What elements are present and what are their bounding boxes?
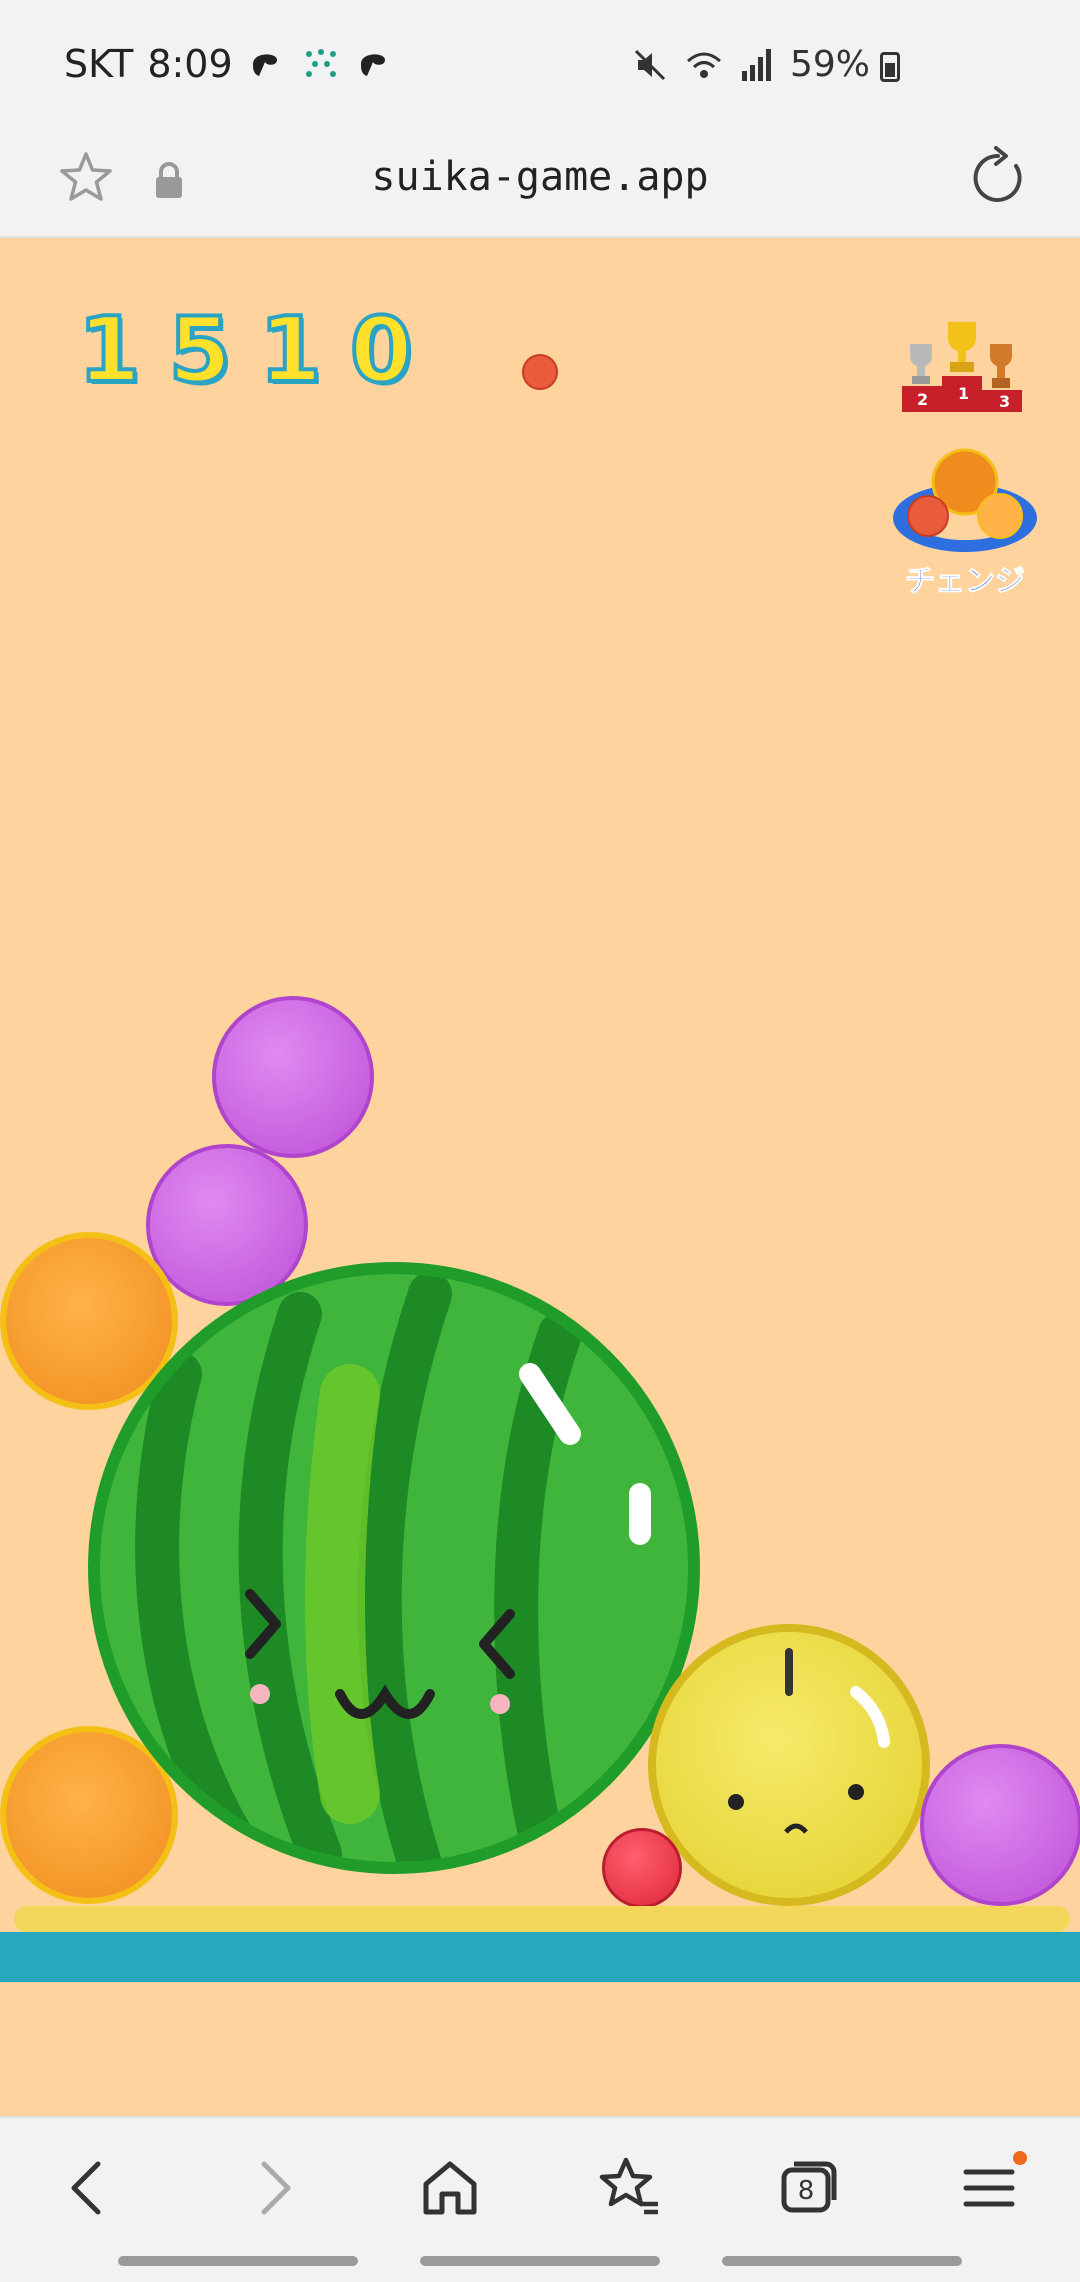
change-fruits-icon <box>893 448 1037 552</box>
notification-icon <box>360 54 385 76</box>
tab-count: 8 <box>797 2176 815 2206</box>
watermelon-fruit <box>88 1262 700 1874</box>
url-text[interactable]: suika-game.app <box>0 154 1080 200</box>
change-label: チェンジ <box>905 564 1026 600</box>
status-bar: SKT 8:09 59% <box>0 0 1080 130</box>
next-fruit-preview <box>522 354 558 390</box>
home-icon[interactable] <box>410 2148 490 2228</box>
status-left: SKT 8:09 <box>64 42 395 86</box>
game-canvas[interactable]: 1510 2 1 3 チェンジ <box>0 238 1080 2116</box>
gesture-bar-right <box>722 2256 962 2266</box>
browser-bottom-bar: 8 <box>0 2116 1080 2282</box>
menu-button[interactable] <box>950 2148 1030 2228</box>
wifi-icon <box>686 52 721 78</box>
pear-fruit <box>648 1624 930 1906</box>
ranking-label-3: 3 <box>999 392 1011 411</box>
battery-icon <box>880 52 900 82</box>
strawberry-fruit <box>602 1828 682 1908</box>
score-display: 1510 <box>76 296 441 405</box>
gesture-bar-center <box>420 2256 660 2266</box>
ground-strip <box>0 1932 1080 1982</box>
ranking-label-1: 1 <box>958 384 970 403</box>
chevron-right-icon[interactable] <box>232 2148 312 2228</box>
grape-fruit <box>920 1744 1080 1906</box>
address-bar: suika-game.app <box>0 130 1080 238</box>
notification-icon <box>252 54 277 76</box>
container-floor <box>14 1906 1070 1932</box>
signal-icon <box>741 48 771 81</box>
bookmarks-icon[interactable] <box>590 2148 670 2228</box>
mute-icon <box>634 49 666 80</box>
time-label: 8:09 <box>147 42 233 86</box>
dots-icon <box>305 49 336 77</box>
ranking-label-2: 2 <box>917 390 929 409</box>
change-button[interactable]: チェンジ <box>890 448 1040 600</box>
battery-percent: 59% <box>789 44 870 85</box>
gesture-bar-left <box>118 2256 358 2266</box>
tabs-button[interactable]: 8 <box>768 2148 848 2228</box>
status-right: 59% <box>632 44 870 85</box>
carrier-label: SKT <box>64 42 134 86</box>
reload-icon[interactable] <box>966 146 1030 210</box>
menu-icon <box>963 2151 1027 2207</box>
chevron-left-icon[interactable] <box>50 2148 130 2228</box>
grape-fruit <box>212 996 374 1158</box>
